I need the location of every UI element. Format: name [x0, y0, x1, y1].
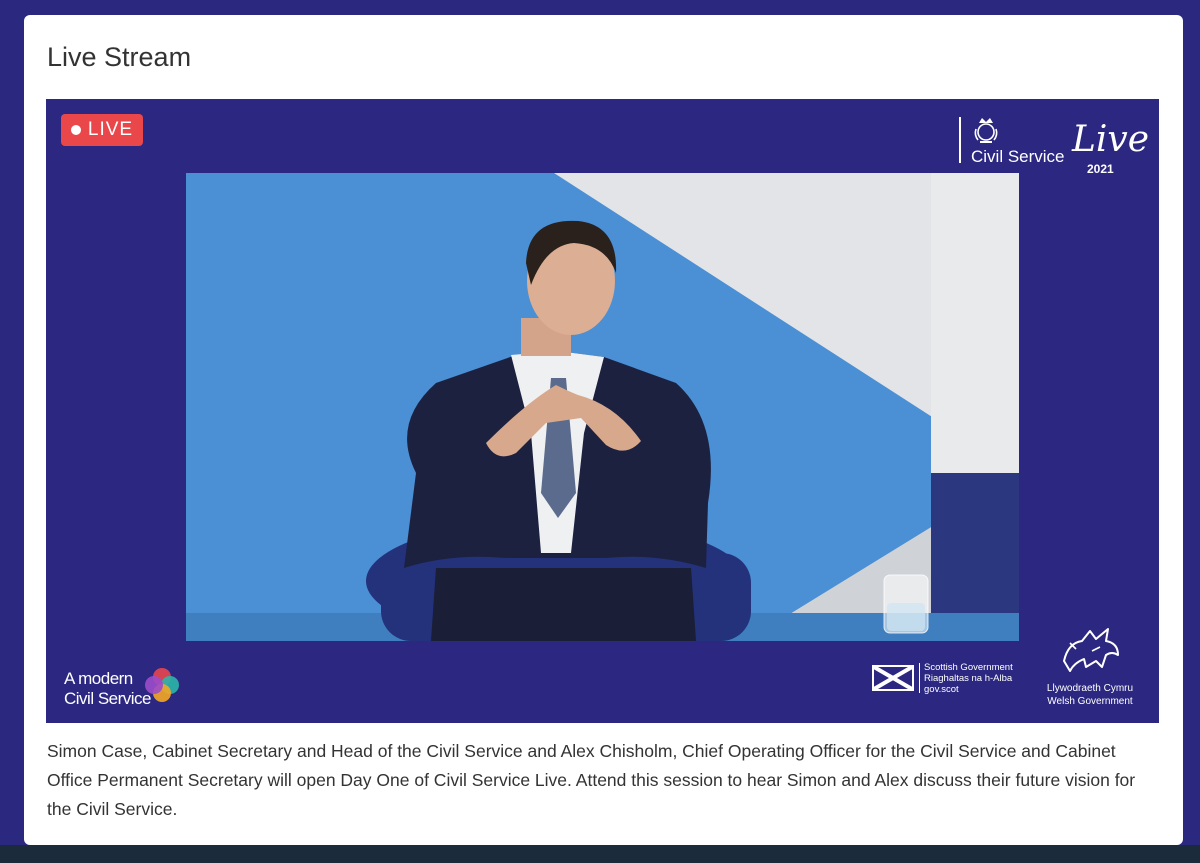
- welsh-government-logo: Llywodraeth Cymru Welsh Government: [1032, 621, 1148, 711]
- video-frame[interactable]: [186, 173, 1019, 641]
- modern-circles-icon: [145, 668, 179, 702]
- civil-service-text: Civil Service: [971, 147, 1065, 166]
- live-wordmark: Live: [1072, 119, 1150, 160]
- royal-crest-icon: [974, 118, 998, 143]
- amcs-line1: A modern: [64, 669, 133, 688]
- card-title: Live Stream: [47, 42, 192, 72]
- live-stream-card: Live Stream LIVE Civil Service Live 2021: [24, 15, 1183, 845]
- session-description: Simon Case, Cabinet Secretary and Head o…: [47, 741, 1136, 819]
- live-dot-icon: [70, 125, 81, 135]
- scot-line3: gov.scot: [924, 684, 959, 695]
- live-badge: LIVE: [61, 114, 143, 146]
- speaker-video-image: [186, 173, 1019, 641]
- welsh-line2: Welsh Government: [1047, 696, 1133, 707]
- video-player[interactable]: LIVE Civil Service Live 2021 A modern Ci…: [46, 99, 1159, 723]
- scottish-government-logo: Scottish Government Riaghaltas na h-Alba…: [872, 659, 1042, 699]
- scot-line2: Riaghaltas na h-Alba: [924, 673, 1013, 684]
- welsh-dragon-icon: [1063, 628, 1119, 672]
- saltire-flag-icon: [872, 665, 914, 691]
- welsh-line1: Llywodraeth Cymru: [1046, 683, 1134, 694]
- scot-line1: Scottish Government: [924, 662, 1013, 673]
- page-footer-bar: [0, 845, 1200, 863]
- amcs-line2: Civil Service: [64, 689, 152, 708]
- event-year: 2021: [1087, 162, 1114, 176]
- a-modern-civil-service-logo: A modern Civil Service: [64, 665, 184, 715]
- live-badge-label: LIVE: [87, 119, 134, 140]
- scottish-logo-divider: [919, 663, 920, 693]
- logo-divider: [959, 117, 961, 163]
